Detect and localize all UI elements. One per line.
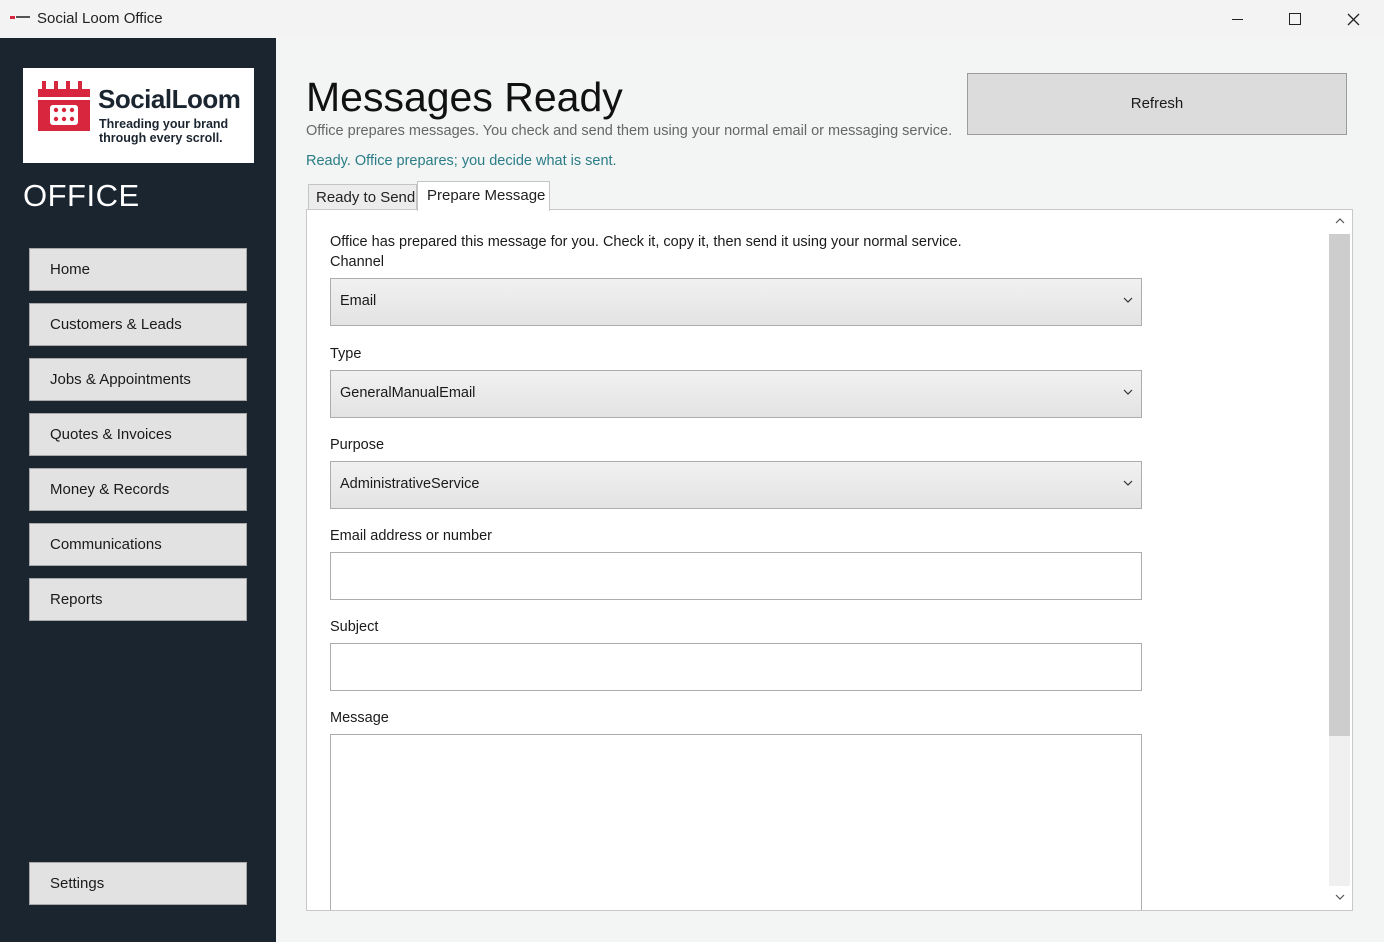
nav-reports-button[interactable]: Reports	[29, 578, 247, 621]
type-label: Type	[330, 346, 362, 362]
tab-ready-to-send[interactable]: Ready to Send	[308, 184, 417, 210]
tab-prepare-message[interactable]: Prepare Message	[417, 181, 550, 211]
chevron-down-icon	[1123, 297, 1133, 303]
type-value: GeneralManualEmail	[340, 385, 476, 401]
scroll-thumb[interactable]	[1329, 234, 1350, 736]
address-input[interactable]	[330, 552, 1142, 600]
scroll-up-icon[interactable]	[1335, 217, 1345, 225]
minimize-icon[interactable]	[1208, 0, 1266, 38]
window-titlebar: Social Loom Office	[0, 0, 1384, 39]
window-title: Social Loom Office	[37, 10, 163, 27]
prepare-message-panel: Office has prepared this message for you…	[306, 209, 1353, 911]
page-subtitle: Office prepares messages. You check and …	[306, 123, 953, 139]
subject-input[interactable]	[330, 643, 1142, 691]
type-select[interactable]: GeneralManualEmail	[330, 370, 1142, 418]
nav-quotes-invoices-button[interactable]: Quotes & Invoices	[29, 413, 247, 456]
subject-label: Subject	[330, 619, 379, 635]
chevron-down-icon	[1123, 389, 1133, 395]
nav-money-records-button[interactable]: Money & Records	[29, 468, 247, 511]
nav-home-button[interactable]: Home	[29, 248, 247, 291]
channel-label: Channel	[330, 254, 385, 270]
section-label: OFFICE	[23, 178, 140, 213]
sidebar: SocialLoom Threading your brand through …	[0, 38, 276, 942]
nav-jobs-appointments-button[interactable]: Jobs & Appointments	[29, 358, 247, 401]
calendar-logo-icon	[38, 81, 90, 131]
app-icon	[10, 16, 30, 19]
close-icon[interactable]	[1324, 0, 1382, 38]
logo-name: SocialLoom	[98, 84, 241, 114]
purpose-label: Purpose	[330, 437, 385, 453]
nav-customers-leads-button[interactable]: Customers & Leads	[29, 303, 247, 346]
maximize-icon[interactable]	[1266, 0, 1324, 38]
intro-text: Office has prepared this message for you…	[330, 234, 962, 250]
nav-communications-button[interactable]: Communications	[29, 523, 247, 566]
purpose-value: AdministrativeService	[340, 476, 480, 492]
scroll-down-icon[interactable]	[1335, 893, 1345, 901]
vertical-scrollbar[interactable]	[1328, 210, 1352, 910]
nav-settings-button[interactable]: Settings	[29, 862, 247, 905]
main-content: Messages Ready Office prepares messages.…	[276, 38, 1384, 942]
logo-tagline: Threading your brand through every scrol…	[99, 117, 229, 145]
channel-select[interactable]: Email	[330, 278, 1142, 326]
message-label: Message	[330, 710, 389, 726]
page-title: Messages Ready	[306, 74, 623, 120]
channel-value: Email	[340, 293, 377, 309]
address-label: Email address or number	[330, 528, 492, 544]
status-text: Ready. Office prepares; you decide what …	[306, 153, 617, 169]
chevron-down-icon	[1123, 480, 1133, 486]
message-textarea[interactable]	[330, 734, 1142, 910]
brand-logo: SocialLoom Threading your brand through …	[23, 68, 254, 163]
purpose-select[interactable]: AdministrativeService	[330, 461, 1142, 509]
refresh-button[interactable]: Refresh	[967, 73, 1347, 135]
